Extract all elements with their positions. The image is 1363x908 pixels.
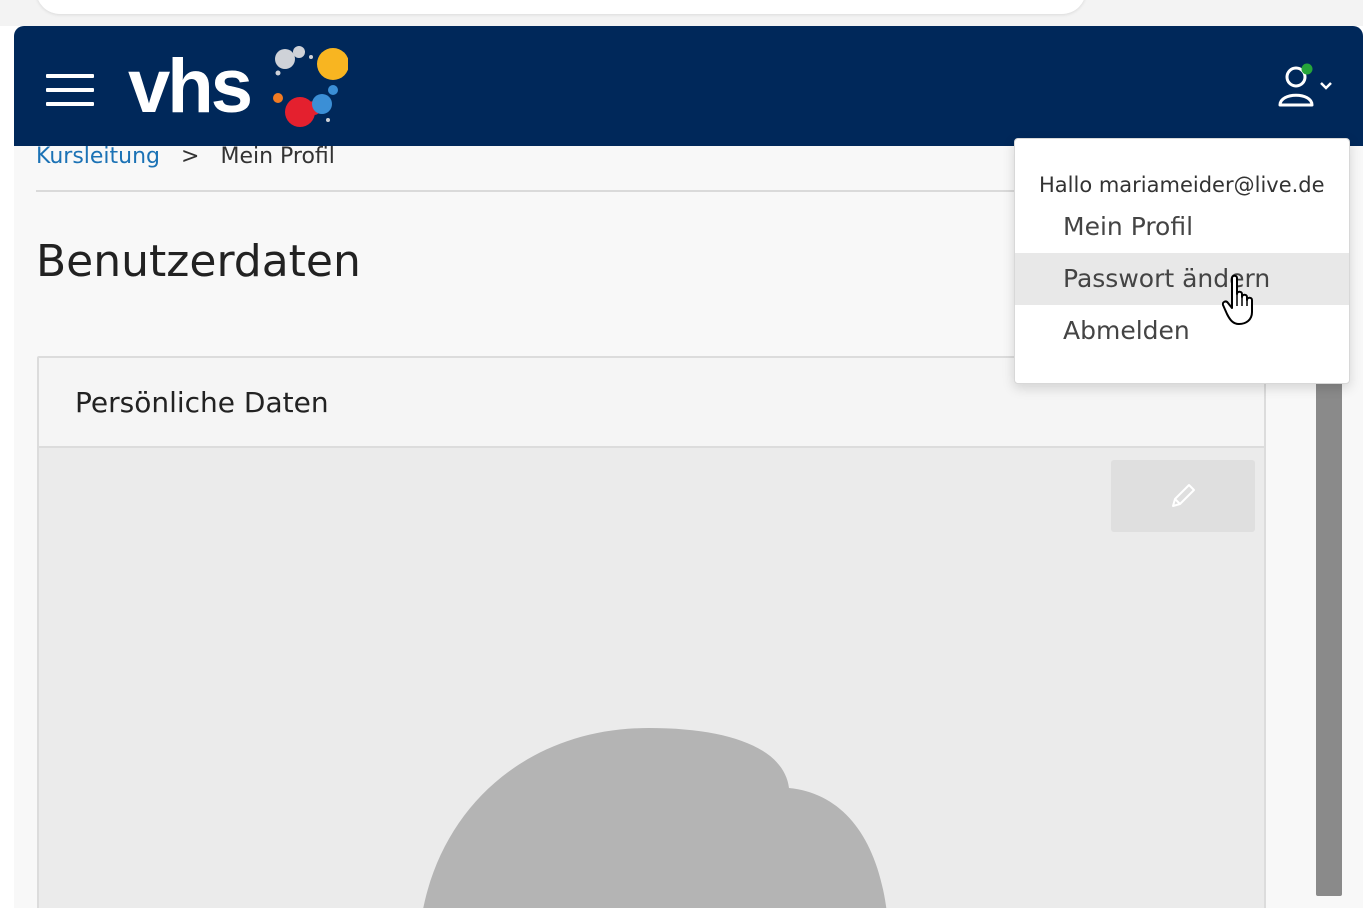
- app-header: vhs: [14, 26, 1363, 146]
- breadcrumb-current: Mein Profil: [220, 144, 335, 169]
- menu-item-mein-profil[interactable]: Mein Profil: [1015, 201, 1349, 253]
- logo-dots-icon: [273, 46, 348, 127]
- personal-data-card: Persönliche Daten: [37, 356, 1266, 908]
- breadcrumb-separator: >: [181, 144, 200, 169]
- user-icon: [1278, 63, 1332, 107]
- menu-item-abmelden[interactable]: Abmelden: [1015, 305, 1349, 357]
- logo-text: vhs: [128, 44, 253, 129]
- breadcrumb: Kursleitung > Mein Profil: [36, 144, 335, 169]
- pencil-icon: [1172, 484, 1195, 507]
- edit-button[interactable]: [1111, 460, 1255, 532]
- vhs-logo[interactable]: vhs: [128, 38, 368, 138]
- hand-cursor-icon: [1222, 274, 1253, 325]
- user-menu-button[interactable]: [1276, 62, 1342, 110]
- scrollbar-thumb[interactable]: [1316, 356, 1342, 896]
- card-title: Persönliche Daten: [75, 386, 329, 419]
- menu-item-passwort-aendern[interactable]: Passwort ändern: [1015, 253, 1349, 305]
- browser-top-strip: [0, 0, 1363, 26]
- browser-address-area: [36, 0, 1086, 14]
- user-greeting: Hallo mariameider@live.de: [1039, 173, 1325, 197]
- avatar-placeholder-icon: [423, 728, 887, 908]
- hamburger-menu-icon[interactable]: [46, 70, 96, 110]
- user-dropdown-menu: Hallo mariameider@live.de Mein Profil Pa…: [1014, 138, 1350, 384]
- breadcrumb-link-kursleitung[interactable]: Kursleitung: [36, 144, 160, 169]
- page-title: Benutzerdaten: [36, 236, 361, 287]
